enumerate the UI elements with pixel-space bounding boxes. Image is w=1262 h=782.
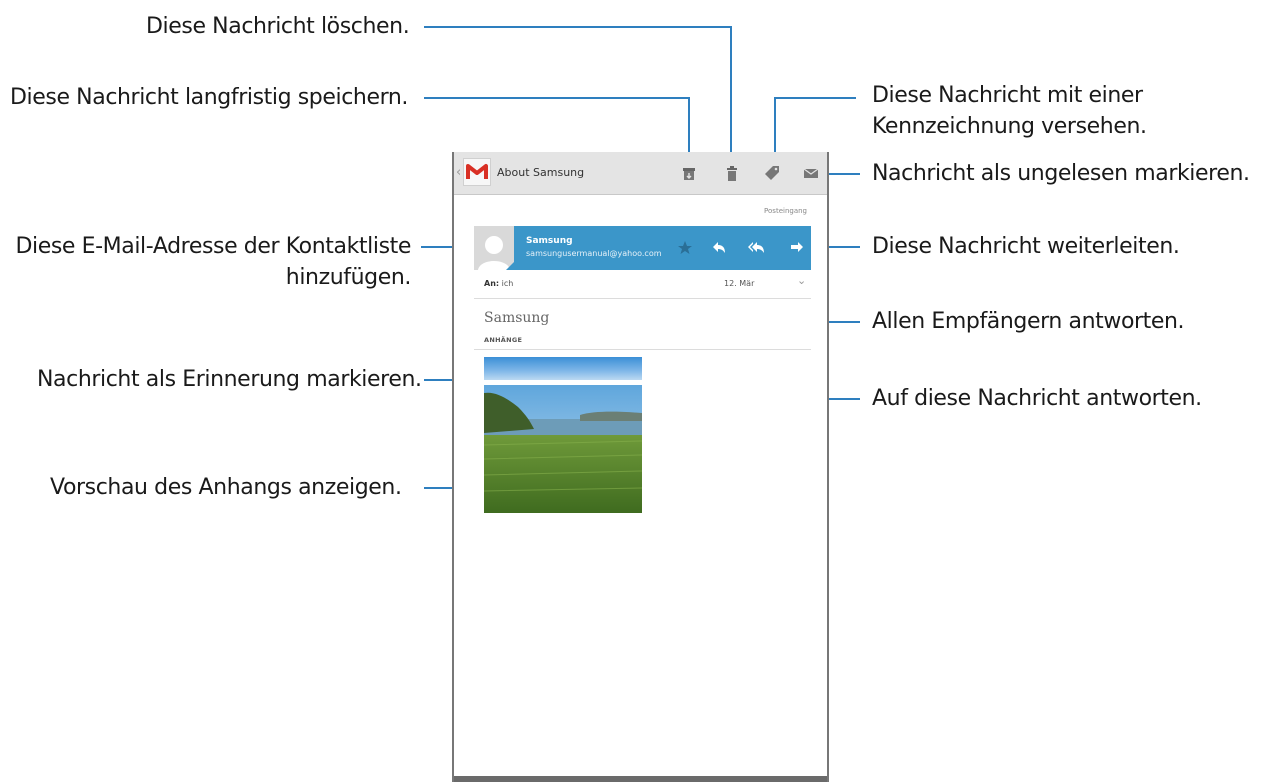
callout-archive: Diese Nachricht langfristig speichern. <box>10 85 408 110</box>
callout-preview: Vorschau des Anhangs anzeigen. <box>50 475 402 500</box>
gmail-m-icon[interactable] <box>463 158 491 186</box>
sender-name: Samsung <box>526 236 573 246</box>
folder-label: Posteingang <box>764 207 807 215</box>
callout-label-line1: Diese Nachricht mit einer <box>872 83 1143 108</box>
delete-leader <box>424 26 732 160</box>
callout-forward: Diese Nachricht weiterleiten. <box>872 234 1180 259</box>
recipient-value: ich <box>501 279 514 288</box>
callout-delete: Diese Nachricht löschen. <box>146 14 410 39</box>
action-bar: ‹ About Samsung <box>454 152 827 195</box>
trash-icon[interactable] <box>722 163 742 183</box>
star-icon[interactable] <box>675 238 695 258</box>
tag-icon[interactable] <box>762 163 782 183</box>
attachments-label: ANHÄNGE <box>484 336 523 344</box>
reply-icon[interactable] <box>709 238 729 258</box>
label-leader <box>774 97 856 160</box>
app-title: About Samsung <box>497 166 585 179</box>
tablet-screen: ‹ About Samsung Posteingang Samsung sams… <box>452 152 829 782</box>
forward-icon[interactable] <box>787 238 807 258</box>
callout-add-contact-line2: hinzufügen. <box>285 265 412 290</box>
bottom-bar <box>454 776 827 782</box>
callout-add-contact-line1: Diese E-Mail-Adresse der Kontaktliste <box>15 234 411 259</box>
message-date: 12. Mär <box>724 279 755 288</box>
callout-add-contact: Diese E-Mail-Adresse der Kontaktliste hi… <box>15 231 411 293</box>
message-subject: Samsung <box>484 310 550 326</box>
recipient-label: An: <box>484 279 500 288</box>
chevron-down-icon[interactable]: ⌄ <box>797 274 806 287</box>
callout-star: Nachricht als Erinnerung markieren. <box>37 367 422 392</box>
callout-reply-all: Allen Empfängern antworten. <box>872 309 1185 334</box>
divider <box>474 298 811 299</box>
back-chevron-icon[interactable]: ‹ <box>456 165 461 180</box>
attachment-preview[interactable] <box>483 385 643 513</box>
divider <box>474 349 811 350</box>
archive-icon[interactable] <box>679 163 699 183</box>
avatar[interactable] <box>474 226 514 270</box>
callout-label: Diese Nachricht mit einer Kennzeichnung … <box>872 80 1147 142</box>
reply-all-icon[interactable] <box>747 238 767 258</box>
callout-reply: Auf diese Nachricht antworten. <box>872 386 1202 411</box>
attachment-thumbnail[interactable] <box>484 357 642 380</box>
sender-email: samsungusermanual@yahoo.com <box>526 249 662 258</box>
archive-leader <box>424 97 690 160</box>
callout-label-line2: Kennzeichnung versehen. <box>872 114 1147 139</box>
callout-mark-unread: Nachricht als ungelesen markieren. <box>872 161 1250 186</box>
recipient-line: An: ich <box>484 279 513 288</box>
envelope-icon[interactable] <box>801 163 821 183</box>
